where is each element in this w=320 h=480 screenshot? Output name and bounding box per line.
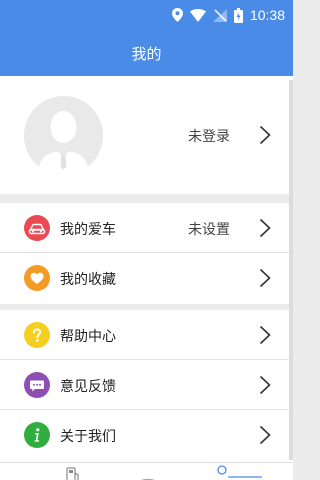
chevron-right-icon [259,425,271,445]
message-icon [24,372,50,398]
menu-group-support: 帮助中心 意见反馈 关于我们 [0,310,293,462]
battery-icon [233,7,243,23]
status-bar: 10:38 [0,0,293,30]
menu-item-favorites[interactable]: 我的收藏 [0,253,293,303]
title-bar: 我的 [0,30,293,76]
chevron-right-icon [259,325,271,345]
menu-item-feedback[interactable]: 意见反馈 [0,360,293,410]
fuel-pump-icon[interactable] [66,467,80,480]
status-time: 10:38 [249,7,285,23]
menu-item-about-us[interactable]: 关于我们 [0,410,293,460]
menu-item-help-center[interactable]: 帮助中心 [0,310,293,360]
menu-item-my-car[interactable]: 我的爱车 未设置 [0,203,293,253]
profile-card[interactable]: 未登录 [0,76,293,194]
bottom-tab-bar [0,462,293,480]
heart-icon [24,265,50,291]
scrollbar[interactable] [289,80,293,460]
question-icon [24,322,50,348]
wifi-icon [189,8,206,22]
default-avatar-icon [24,96,103,175]
chevron-right-icon [259,375,271,395]
chevron-right-icon [259,268,271,288]
chevron-right-icon [259,218,271,238]
menu-item-label: 意见反馈 [60,379,116,395]
menu-item-label: 我的爱车 [60,222,116,238]
car-status-value: 未设置 [188,222,230,238]
info-icon [24,422,50,448]
menu-item-label: 我的收藏 [60,272,116,288]
chevron-right-icon [259,125,271,145]
user-tab-icon[interactable] [214,465,264,480]
page-title: 我的 [131,44,162,63]
login-status: 未登录 [188,129,230,145]
car-icon [24,215,50,241]
signal-off-icon [212,8,227,22]
menu-item-label: 关于我们 [60,429,116,445]
menu-group-account: 我的爱车 未设置 我的收藏 [0,203,293,304]
avatar [24,96,103,175]
menu-item-label: 帮助中心 [60,329,116,345]
gauge-icon[interactable] [133,471,163,480]
location-icon [171,8,183,22]
